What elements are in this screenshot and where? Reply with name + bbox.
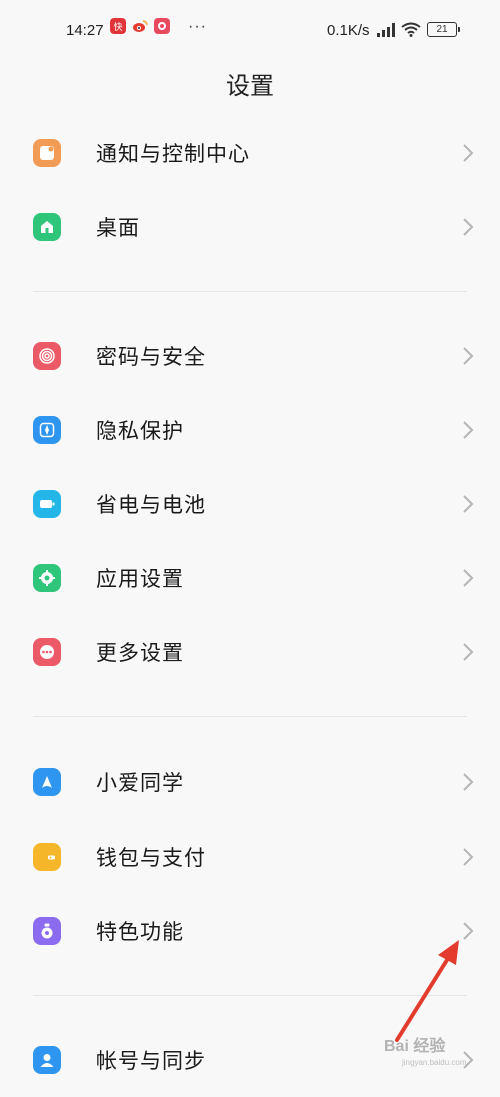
settings-item-battery[interactable]: 省电与电池 [0,467,500,541]
chevron-right-icon [463,218,474,236]
status-right-icons: 21 [377,22,460,37]
section-divider [33,995,467,996]
chevron-right-icon [463,421,474,439]
special-features-icon [33,917,61,945]
settings-item-desktop[interactable]: 桌面 [0,190,500,264]
status-app-icons: 快 [110,18,170,34]
more-notifications-dots: ··· [188,18,207,35]
xiaoai-icon [33,768,61,796]
section-divider [33,716,467,717]
wallet-icon [33,843,61,871]
chevron-right-icon [463,495,474,513]
chevron-right-icon [463,773,474,791]
account-icon [33,1046,61,1074]
network-speed: 0.1K/s [327,22,370,39]
section-divider [33,291,467,292]
battery-icon [33,490,61,518]
settings-item-special-features[interactable]: 特色功能 [0,894,500,968]
watermark: Bai 经验 [384,1038,446,1055]
chevron-right-icon [463,347,474,365]
news-app-icon: 快 [110,18,126,34]
signal-icon [377,22,395,37]
status-bar: 14:27 快 ··· 0.1K/s 21 [0,0,500,58]
chevron-right-icon [463,848,474,866]
chevron-right-icon [463,569,474,587]
settings-item-notification-center[interactable]: 通知与控制中心 [0,116,500,190]
settings-item-app-settings[interactable]: 应用设置 [0,541,500,615]
settings-item-password-security[interactable]: 密码与安全 [0,319,500,393]
settings-item-more-settings[interactable]: 更多设置 [0,615,500,689]
settings-item-wallet[interactable]: 钱包与支付 [0,820,500,894]
fingerprint-icon [33,342,61,370]
battery-icon: 21 [427,22,460,37]
home-icon [33,213,61,241]
privacy-icon [33,416,61,444]
gear-icon [33,564,61,592]
page-title: 设置 [226,73,274,100]
settings-item-xiaoai[interactable]: 小爱同学 [0,745,500,819]
notification-app-icon [154,18,170,34]
more-icon [33,638,61,666]
watermark-url: jingyan.baidu.com [402,1058,467,1067]
weibo-icon [132,18,148,34]
chevron-right-icon [463,144,474,162]
settings-item-privacy[interactable]: 隐私保护 [0,393,500,467]
wifi-icon [401,22,421,37]
notification-center-icon [33,139,61,167]
status-time: 14:27 [66,22,104,39]
chevron-right-icon [463,922,474,940]
chevron-right-icon [463,643,474,661]
